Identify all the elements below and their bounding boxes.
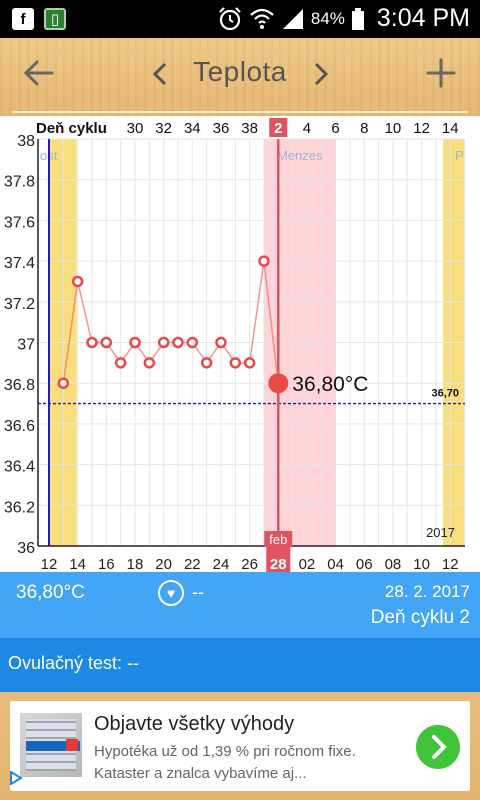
date-tick-label: 18 — [127, 556, 144, 572]
y-tick-label: 37.6 — [4, 214, 35, 231]
cycle-day-tick-label: 34 — [184, 120, 201, 137]
y-tick-label: 36.2 — [4, 499, 35, 516]
ad-text-line: Hypotéka už od 1,39 % pri ročnom fixe. — [94, 743, 356, 760]
selected-day-info: 36,80°C ♥ -- 28. 2. 2017 Deň cyklu 2 — [0, 572, 480, 638]
temperature-value: 36,80°C — [16, 582, 85, 603]
cycle-day-tick-label: 12 — [413, 120, 430, 137]
data-point — [129, 336, 141, 349]
app-bar: Teplota — [0, 38, 480, 116]
current-month-label: feb — [269, 532, 287, 547]
data-point — [114, 357, 127, 369]
y-tick-label: 37.8 — [4, 174, 35, 191]
ad-banner[interactable]: Objavte všetky výhody Hypotéka už od 1,3… — [10, 701, 470, 791]
date-tick-label: 12 — [442, 556, 459, 572]
date-tick-label: 24 — [213, 556, 230, 572]
heart-icon[interactable]: ♥ — [158, 580, 184, 606]
temperature-chart[interactable]: 36 36.2 36.4 36.6 36.8 37 37.2 37.4 37.6 37.8 38 De… — [0, 116, 480, 572]
alarm-icon — [219, 6, 241, 30]
date-tick-label: 20 — [155, 556, 172, 572]
ad-title: Objavte všetky výhody — [94, 713, 295, 735]
ad-text-line: Kataster a znalca vybavíme aj... — [94, 765, 307, 782]
cycle-day-tick-label: 30 — [127, 120, 144, 137]
y-tick-label: 36.8 — [4, 377, 35, 394]
coverline-label: 36,70 — [431, 388, 459, 400]
y-tick-label: 38 — [17, 133, 35, 150]
cycle-day-tick-label: 6 — [331, 120, 339, 137]
y-tick-label: 36.6 — [4, 418, 35, 435]
data-point — [143, 357, 156, 369]
date-tick-label: 26 — [241, 556, 258, 572]
data-point — [71, 275, 84, 288]
ovulation-test-label: Ovulačný test: -- — [8, 653, 140, 673]
date-tick-label: 14 — [69, 556, 86, 572]
signal-icon — [282, 8, 303, 29]
phase-label: P — [455, 148, 464, 163]
chevron-right-icon[interactable] — [310, 60, 332, 88]
y-tick-label: 37.2 — [4, 296, 35, 313]
adchoices-icon[interactable] — [9, 771, 23, 785]
page-title: Teplota — [193, 56, 287, 87]
back-arrow-icon[interactable] — [22, 56, 56, 90]
cycle-day-tick-label: 32 — [155, 120, 172, 137]
selected-data-point — [268, 373, 289, 394]
add-icon[interactable] — [424, 56, 458, 90]
status-bar: f ▯ 84% 3:04 PM — [0, 0, 480, 38]
phase-label: Menzes — [277, 148, 323, 163]
cycle-day-tick-label: 10 — [385, 120, 402, 137]
cycle-day-tick-label: 14 — [442, 120, 459, 137]
date-tick-label: 10 — [413, 556, 430, 572]
ad-image — [20, 713, 82, 777]
data-point — [186, 336, 199, 349]
date-tick-label: 16 — [98, 556, 115, 572]
cycle-day-tick-label: 4 — [303, 120, 311, 137]
y-tick-label: 37.4 — [4, 255, 35, 272]
data-point — [258, 255, 270, 267]
data-point — [243, 357, 256, 369]
y-tick-label: 36 — [17, 540, 35, 557]
facebook-notification-icon: f — [12, 8, 34, 30]
cycle-day-tick-label: 36 — [213, 120, 230, 137]
clock: 3:04 PM — [376, 4, 470, 32]
current-date-label: 28 — [270, 556, 287, 572]
date-tick-label: 02 — [299, 556, 316, 572]
selected-value-label: 36,80°C — [292, 373, 368, 396]
app-notification-icon: ▯ — [44, 8, 66, 30]
battery-icon — [351, 7, 364, 30]
selected-date: 28. 2. 2017 — [384, 582, 470, 601]
wifi-icon — [250, 8, 274, 29]
data-point — [86, 336, 98, 349]
date-tick-label: 12 — [41, 556, 58, 572]
y-tick-label: 36.4 — [4, 459, 35, 476]
cycle-day-tick-label: 38 — [241, 120, 258, 137]
y-tick-label: 37 — [17, 337, 35, 354]
data-point — [200, 357, 213, 369]
battery-percent: 84% — [310, 8, 345, 28]
data-point — [100, 336, 113, 349]
ad-open-arrow-icon[interactable] — [416, 725, 460, 769]
data-point — [215, 336, 227, 349]
data-point — [57, 377, 70, 389]
data-point — [229, 357, 242, 369]
year-label: 2017 — [426, 525, 455, 540]
date-tick-label: 04 — [327, 556, 344, 572]
intercourse-value: -- — [192, 582, 204, 602]
cycle-day-label: Deň cyklu 2 — [370, 607, 470, 628]
cycle-day-tick-label: 8 — [360, 120, 368, 137]
date-tick-label: 06 — [356, 556, 373, 572]
cycle-day-tick-label: 2 — [274, 120, 282, 137]
ovulation-test-row[interactable]: Ovulačný test: -- — [0, 638, 480, 692]
date-tick-label: 22 — [184, 556, 201, 572]
chevron-left-icon[interactable] — [149, 60, 171, 88]
date-tick-label: 08 — [385, 556, 402, 572]
data-point — [157, 336, 170, 349]
top-axis-label: Deň cyklu — [36, 120, 107, 137]
data-point — [172, 336, 184, 349]
